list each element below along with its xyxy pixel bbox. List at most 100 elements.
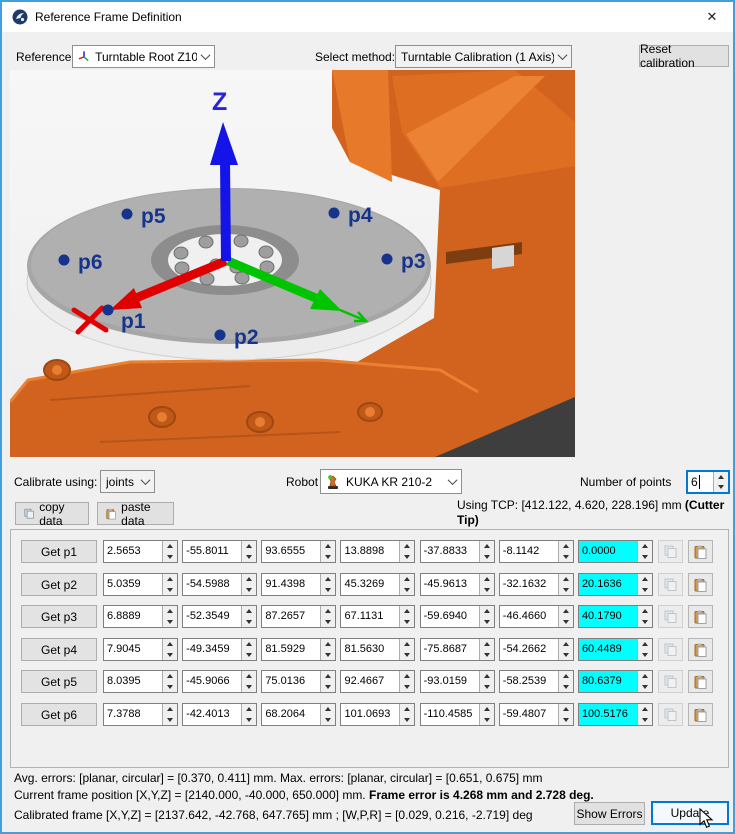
spin-field[interactable]: -45.9613 (420, 573, 495, 596)
row-copy-button[interactable] (658, 540, 683, 563)
spin-field[interactable]: 8.0395 (103, 670, 178, 693)
field-spinner[interactable] (558, 606, 573, 627)
reference-combo[interactable]: Turntable Root Z100 (72, 45, 215, 68)
row-copy-button[interactable] (658, 638, 683, 661)
field-spinner[interactable] (241, 574, 256, 595)
spin-field[interactable]: 91.4398 (261, 573, 336, 596)
get-point-button[interactable]: Get p1 (21, 540, 97, 563)
spin-field[interactable]: -46.4660 (499, 605, 574, 628)
field-spinner[interactable] (320, 541, 335, 562)
spin-field[interactable]: -58.2539 (499, 670, 574, 693)
field-spinner[interactable] (399, 639, 414, 660)
field-spinner[interactable] (637, 574, 652, 595)
spin-field[interactable]: -59.6940 (420, 605, 495, 628)
get-point-button[interactable]: Get p5 (21, 670, 97, 693)
get-point-button[interactable]: Get p4 (21, 638, 97, 661)
row-copy-button[interactable] (658, 573, 683, 596)
number-of-points-input[interactable]: 6 (686, 470, 730, 494)
spin-field[interactable]: -75.8687 (420, 638, 495, 661)
field-spinner[interactable] (241, 671, 256, 692)
field-spinner[interactable] (479, 606, 494, 627)
field-spinner[interactable] (479, 639, 494, 660)
spin-field[interactable]: 6.8889 (103, 605, 178, 628)
get-point-button[interactable]: Get p3 (21, 605, 97, 628)
field-spinner[interactable] (479, 574, 494, 595)
field-spinner[interactable] (241, 639, 256, 660)
spin-field[interactable]: 93.6555 (261, 540, 336, 563)
spin-field[interactable]: 13.8898 (340, 540, 415, 563)
robot-combo[interactable]: KUKA KR 210-2 (320, 469, 462, 494)
spin-field[interactable]: 2.5653 (103, 540, 178, 563)
field-spinner[interactable] (558, 704, 573, 725)
reset-calibration-button[interactable]: Reset calibration (639, 45, 729, 67)
copy-data-button[interactable]: copy data (15, 502, 89, 525)
get-point-button[interactable]: Get p6 (21, 703, 97, 726)
spin-field[interactable]: 92.4667 (340, 670, 415, 693)
field-spinner[interactable] (399, 606, 414, 627)
paste-data-button[interactable]: paste data (97, 502, 174, 525)
row-copy-button[interactable] (658, 670, 683, 693)
spin-field[interactable]: 45.3269 (340, 573, 415, 596)
spin-field[interactable]: -59.4807 (499, 703, 574, 726)
spin-field[interactable]: -42.4013 (182, 703, 257, 726)
field-spinner[interactable] (162, 671, 177, 692)
field-spinner[interactable] (320, 671, 335, 692)
spin-field[interactable]: 0.0000 (578, 540, 653, 563)
title-bar[interactable]: Reference Frame Definition (2, 2, 733, 32)
spin-field[interactable]: 101.0693 (340, 703, 415, 726)
calibrate-using-combo[interactable]: joints (100, 470, 155, 493)
field-spinner[interactable] (558, 639, 573, 660)
spin-field[interactable]: 100.5176 (578, 703, 653, 726)
spin-field[interactable]: 40.1790 (578, 605, 653, 628)
get-point-button[interactable]: Get p2 (21, 573, 97, 596)
row-paste-button[interactable] (688, 638, 713, 661)
field-spinner[interactable] (637, 541, 652, 562)
spin-field[interactable]: 67.1131 (340, 605, 415, 628)
field-spinner[interactable] (558, 671, 573, 692)
spin-field[interactable]: 7.9045 (103, 638, 178, 661)
row-paste-button[interactable] (688, 670, 713, 693)
spin-field[interactable]: -8.1142 (499, 540, 574, 563)
field-spinner[interactable] (320, 704, 335, 725)
update-button[interactable]: Update (651, 801, 729, 825)
field-spinner[interactable] (162, 639, 177, 660)
field-spinner[interactable] (558, 541, 573, 562)
spin-field[interactable]: 68.2064 (261, 703, 336, 726)
field-spinner[interactable] (479, 541, 494, 562)
field-spinner[interactable] (558, 574, 573, 595)
spin-field[interactable]: -37.8833 (420, 540, 495, 563)
spin-field[interactable]: -55.8011 (182, 540, 257, 563)
field-spinner[interactable] (479, 704, 494, 725)
spin-field[interactable]: -93.0159 (420, 670, 495, 693)
spin-field[interactable]: 20.1636 (578, 573, 653, 596)
field-spinner[interactable] (399, 671, 414, 692)
spin-field[interactable]: -52.3549 (182, 605, 257, 628)
spin-field[interactable]: -54.2662 (499, 638, 574, 661)
field-spinner[interactable] (479, 671, 494, 692)
row-paste-button[interactable] (688, 573, 713, 596)
spin-field[interactable]: 5.0359 (103, 573, 178, 596)
spin-field[interactable]: -45.9066 (182, 670, 257, 693)
spin-field[interactable]: 80.6379 (578, 670, 653, 693)
field-spinner[interactable] (162, 541, 177, 562)
field-spinner[interactable] (320, 606, 335, 627)
row-paste-button[interactable] (688, 703, 713, 726)
spin-field[interactable]: -110.4585 (420, 703, 495, 726)
spin-field[interactable]: 7.3788 (103, 703, 178, 726)
field-spinner[interactable] (241, 541, 256, 562)
spin-field[interactable]: 81.5630 (340, 638, 415, 661)
close-icon[interactable]: ✕ (691, 2, 733, 31)
spin-field[interactable]: -49.3459 (182, 638, 257, 661)
row-paste-button[interactable] (688, 605, 713, 628)
spin-field[interactable]: 81.5929 (261, 638, 336, 661)
field-spinner[interactable] (399, 704, 414, 725)
field-spinner[interactable] (637, 671, 652, 692)
row-copy-button[interactable] (658, 605, 683, 628)
field-spinner[interactable] (399, 541, 414, 562)
spin-field[interactable]: -32.1632 (499, 573, 574, 596)
show-errors-button[interactable]: Show Errors (574, 802, 645, 825)
3d-viewport[interactable]: Z p1 p2 p3 p4 p5 p6 (10, 70, 575, 457)
field-spinner[interactable] (637, 606, 652, 627)
spin-field[interactable]: 60.4489 (578, 638, 653, 661)
method-combo[interactable]: Turntable Calibration (1 Axis) (395, 45, 572, 68)
